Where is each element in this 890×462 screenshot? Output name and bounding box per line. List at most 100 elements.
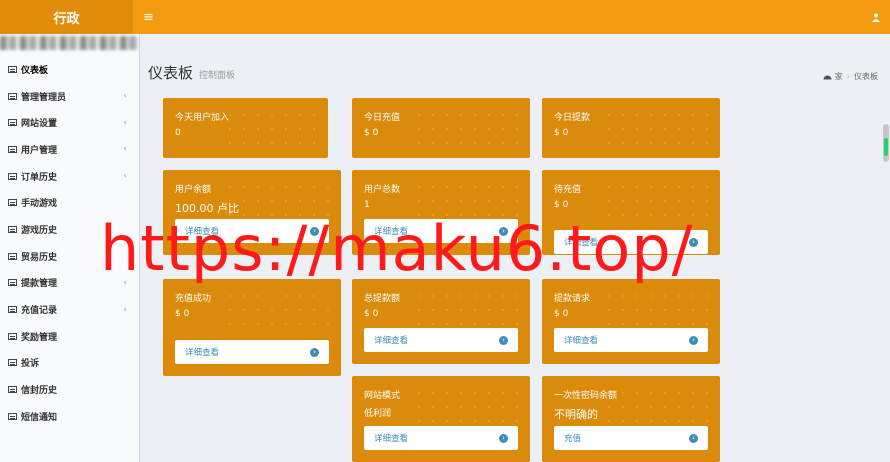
sidebar-item-label: 管理管理员 — [21, 92, 67, 103]
breadcrumb-separator: › — [846, 72, 850, 81]
watermark-text: https://maku6.top/ — [100, 212, 694, 285]
stat-card-site-mode: 网站模式 低利润 详细查看 › — [352, 376, 530, 462]
arrow-right-circle-icon: › — [499, 335, 508, 345]
sidebar-item-label: 仪表板 — [21, 65, 49, 76]
sidebar-item-envelopes[interactable]: 信封历史 — [0, 376, 139, 403]
user-icon[interactable] — [872, 0, 880, 34]
card-value: $ 0 — [554, 309, 569, 319]
arrow-right-circle-icon: › — [689, 433, 698, 443]
chevron-left-icon: ‹ — [123, 304, 127, 315]
sidebar-item-label: 短信通知 — [21, 412, 58, 423]
stat-card-otp-balance: 一次性密码余额 不明确的 充值 › — [542, 376, 720, 462]
card-label: 充值成功 — [175, 294, 212, 304]
sidebar-item-label: 用户管理 — [21, 145, 58, 156]
card-value: 不明确的 — [554, 408, 598, 421]
page-scrollbar[interactable] — [883, 124, 889, 162]
card-value: 0 — [175, 128, 181, 138]
list-icon — [8, 92, 17, 100]
sidebar-item-dashboard[interactable]: 仪表板 — [0, 56, 139, 83]
list-icon — [8, 199, 17, 207]
card-label: 今日充值 — [364, 113, 401, 123]
list-icon — [8, 172, 17, 180]
card-label: 总提款额 — [364, 294, 401, 304]
view-details-label: 详细查看 — [185, 348, 220, 358]
stat-card-today-users: 今天用户加入 0 — [163, 98, 328, 158]
card-label: 提款请求 — [554, 294, 591, 304]
stat-card-today-withdraw: 今日提款 $ 0 — [542, 98, 720, 158]
sidebar-item-label: 信封历史 — [21, 386, 58, 397]
page-title: 仪表板 — [148, 64, 194, 82]
sidebar-item-sms[interactable]: 短信通知 — [0, 403, 139, 430]
breadcrumb-home[interactable]: 家 — [835, 71, 843, 82]
view-details-button[interactable]: 详细查看 › — [554, 328, 708, 352]
view-details-button[interactable]: 详细查看 › — [175, 340, 329, 364]
list-icon — [8, 412, 17, 420]
view-details-label: 详细查看 — [374, 336, 409, 346]
sidebar-item-label: 投诉 — [21, 359, 40, 370]
list-icon — [8, 252, 17, 260]
view-details-label: 详细查看 — [564, 336, 599, 346]
sidebar-item-admin[interactable]: 管理管理员 ‹ — [0, 83, 139, 110]
list-icon — [8, 306, 17, 314]
view-details-button[interactable]: 详细查看 › — [364, 426, 518, 450]
sidebar-item-label: 手动游戏 — [21, 199, 58, 210]
dashboard-icon — [823, 75, 832, 80]
chevron-left-icon: ‹ — [123, 144, 127, 155]
view-details-button[interactable]: 详细查看 › — [364, 328, 518, 352]
brand-logo[interactable]: 行政 — [0, 0, 133, 34]
sidebar-item-orders[interactable]: 订单历史 ‹ — [0, 163, 139, 190]
sidebar-item-label: 网站设置 — [21, 119, 58, 130]
content-header: 仪表板 控制面板 — [148, 62, 235, 83]
list-icon — [8, 65, 17, 73]
list-icon — [8, 386, 17, 394]
top-navbar: 行政 ≡ — [0, 0, 890, 34]
recharge-label: 充值 — [564, 434, 582, 444]
card-value: $ 0 — [364, 309, 379, 319]
card-value: 低利润 — [364, 409, 392, 419]
card-value: $ 0 — [364, 128, 379, 138]
sidebar-item-users[interactable]: 用户管理 ‹ — [0, 136, 139, 163]
card-value: $ 0 — [554, 128, 569, 138]
arrow-right-circle-icon: › — [689, 335, 698, 345]
sidebar-item-label: 游戏历史 — [21, 225, 58, 236]
sidebar-item-label: 充值记录 — [21, 306, 58, 317]
chevron-left-icon: ‹ — [123, 91, 127, 102]
chevron-left-icon: ‹ — [123, 117, 127, 128]
list-icon — [8, 279, 17, 287]
chevron-left-icon: ‹ — [123, 171, 127, 182]
card-label: 网站模式 — [364, 391, 401, 401]
user-panel — [0, 36, 140, 52]
card-label: 今日提款 — [554, 113, 591, 123]
card-value: 1 — [364, 200, 370, 210]
card-value: $ 0 — [175, 309, 190, 319]
arrow-right-circle-icon: › — [499, 433, 508, 443]
sidebar-item-site-settings[interactable]: 网站设置 ‹ — [0, 109, 139, 136]
sidebar-item-label: 提款管理 — [21, 279, 58, 290]
breadcrumb-current: 仪表板 — [854, 72, 878, 81]
list-icon — [8, 359, 17, 367]
stat-card-today-recharge: 今日充值 $ 0 — [352, 98, 530, 158]
blurred-user-info — [0, 36, 140, 50]
sidebar-item-complaints[interactable]: 投诉 — [0, 350, 139, 377]
recharge-button[interactable]: 充值 › — [554, 426, 708, 450]
sidebar-item-label: 贸易历史 — [21, 252, 58, 263]
list-icon — [8, 332, 17, 340]
card-label: 用户总数 — [364, 185, 401, 195]
stat-card-total-withdraw: 总提款额 $ 0 详细查看 › — [352, 279, 530, 364]
stat-card-withdraw-requests: 提款请求 $ 0 详细查看 › — [542, 279, 720, 364]
sidebar-item-label: 订单历史 — [21, 172, 58, 183]
card-label: 待充值 — [554, 185, 582, 195]
sidebar-toggle-icon[interactable]: ≡ — [143, 0, 154, 34]
list-icon — [8, 145, 17, 153]
arrow-right-circle-icon: › — [310, 347, 319, 357]
list-icon — [8, 225, 17, 233]
card-label: 今天用户加入 — [175, 113, 230, 123]
view-details-label: 详细查看 — [374, 434, 409, 444]
page-subtitle: 控制面板 — [199, 71, 236, 81]
sidebar-item-recharge[interactable]: 充值记录 ‹ — [0, 296, 139, 323]
list-icon — [8, 119, 17, 127]
sidebar-item-rewards[interactable]: 奖励管理 — [0, 323, 139, 350]
stat-card-recharge-success: 充值成功 $ 0 详细查看 › — [163, 279, 341, 376]
card-label: 用户余额 — [175, 185, 212, 195]
sidebar-item-label: 奖励管理 — [21, 332, 58, 343]
